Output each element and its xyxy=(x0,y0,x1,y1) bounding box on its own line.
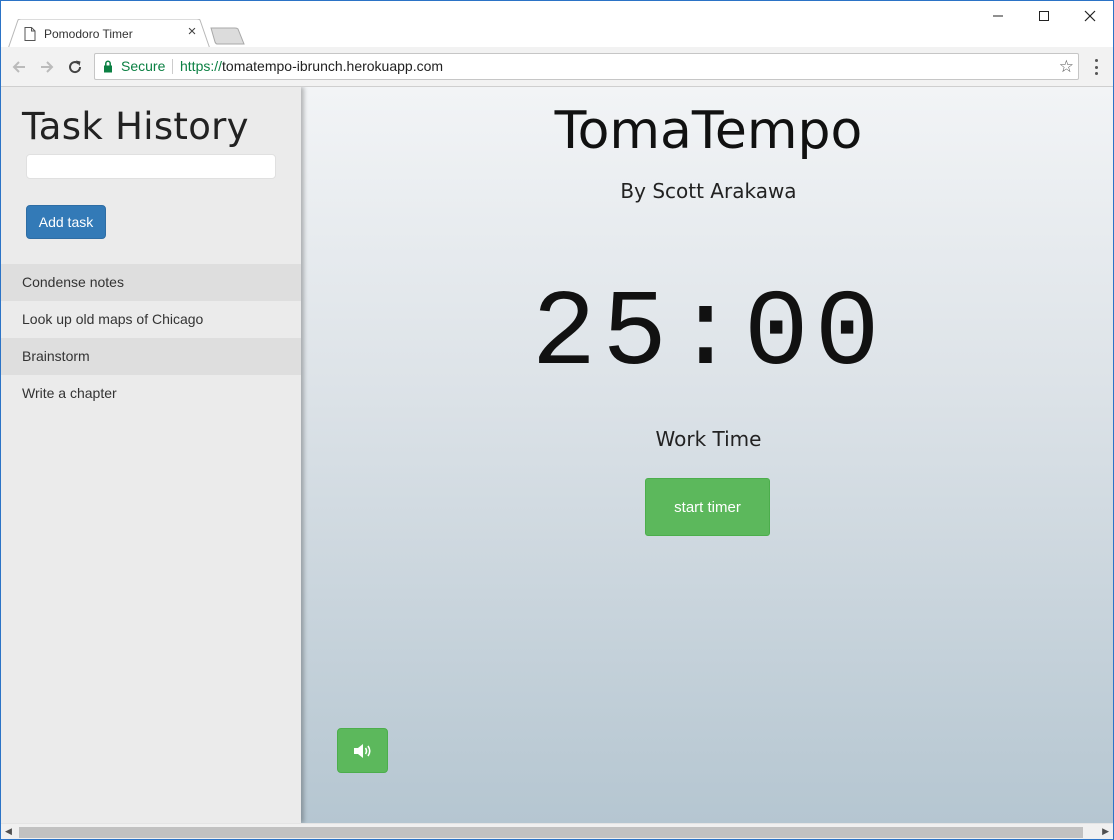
add-task-button[interactable]: Add task xyxy=(26,205,106,239)
back-button[interactable] xyxy=(9,57,29,77)
browser-toolbar: Secure https://tomatempo-ibrunch.herokua… xyxy=(1,47,1113,87)
start-timer-button[interactable]: start timer xyxy=(645,478,770,536)
secure-label: Secure xyxy=(121,58,166,74)
timer-panel: TomaTempo By Scott Arakawa 25:00 Work Ti… xyxy=(304,87,1113,823)
tab-title: Pomodoro Timer xyxy=(44,27,133,41)
bookmark-star-icon[interactable]: ☆ xyxy=(1059,57,1074,77)
forward-arrow-icon xyxy=(41,61,54,73)
sound-toggle-button[interactable] xyxy=(337,728,388,773)
page-icon xyxy=(24,27,36,41)
scroll-left-icon[interactable]: ◀ xyxy=(5,826,12,837)
url-text: https://tomatempo-ibrunch.herokuapp.com xyxy=(180,58,443,74)
forward-button[interactable] xyxy=(37,57,57,77)
maximize-button[interactable] xyxy=(1021,1,1067,31)
sidebar-title: Task History xyxy=(22,105,249,148)
scroll-right-icon[interactable]: ▶ xyxy=(1102,826,1109,837)
horizontal-scrollbar[interactable]: ◀ ▶ xyxy=(1,823,1113,839)
task-item[interactable]: Brainstorm xyxy=(1,338,301,375)
lock-icon xyxy=(103,60,113,78)
omnibox-divider xyxy=(172,59,173,74)
new-tab-button[interactable] xyxy=(209,27,249,45)
tab-pomodoro[interactable]: Pomodoro Timer × xyxy=(8,19,210,49)
scrollbar-thumb[interactable] xyxy=(19,827,1083,838)
browser-window: Pomodoro Timer × Secure https://tomatemp… xyxy=(0,0,1114,840)
close-window-button[interactable] xyxy=(1067,1,1113,31)
timer-display: 25:00 xyxy=(531,274,886,396)
task-input[interactable] xyxy=(26,154,276,179)
close-icon xyxy=(1084,10,1096,22)
minimize-button[interactable] xyxy=(975,1,1021,31)
url-host: tomatempo-ibrunch.herokuapp.com xyxy=(222,58,444,74)
tab-close-icon[interactable]: × xyxy=(184,24,200,40)
url-scheme: https:// xyxy=(180,58,223,74)
task-list: Condense notes Look up old maps of Chica… xyxy=(1,264,301,412)
task-sidebar: Task History Add task Condense notes Loo… xyxy=(1,87,301,823)
task-item[interactable]: Look up old maps of Chicago xyxy=(1,301,301,338)
task-item[interactable]: Write a chapter xyxy=(1,375,301,412)
minimize-icon xyxy=(993,15,1003,17)
back-arrow-icon xyxy=(12,61,25,73)
browser-menu-icon[interactable] xyxy=(1090,57,1102,77)
page-viewport: Task History Add task Condense notes Loo… xyxy=(1,87,1113,823)
reload-icon xyxy=(69,60,82,74)
task-item[interactable]: Condense notes xyxy=(1,264,301,301)
app-title: TomaTempo xyxy=(554,101,863,161)
reload-button[interactable] xyxy=(65,57,85,77)
volume-icon xyxy=(353,743,371,758)
timer-mode-label: Work Time xyxy=(655,427,762,451)
tab-strip: Pomodoro Timer × xyxy=(1,1,1113,49)
byline: By Scott Arakawa xyxy=(620,179,797,203)
address-bar[interactable]: Secure https://tomatempo-ibrunch.herokua… xyxy=(94,53,1079,80)
maximize-icon xyxy=(1039,11,1049,21)
